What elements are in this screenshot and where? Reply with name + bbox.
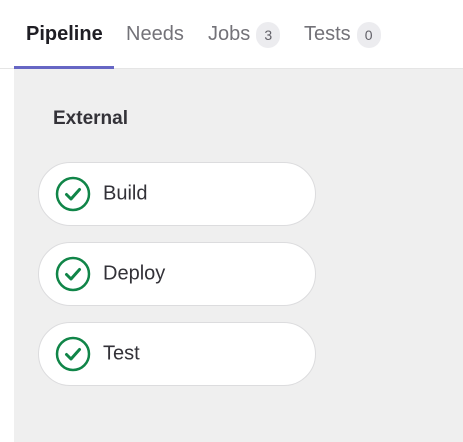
jobs-count-badge: 3: [256, 21, 281, 48]
tab-needs[interactable]: Needs: [126, 0, 184, 69]
job-deploy[interactable]: Deploy: [38, 242, 316, 306]
job-build[interactable]: Build: [38, 162, 316, 226]
check-circle-icon: [55, 256, 91, 292]
job-name: Deploy: [103, 262, 166, 285]
tab-tests-label: Tests: [304, 23, 351, 45]
job-test[interactable]: Test: [38, 322, 316, 386]
tests-count-badge: 0: [356, 21, 381, 48]
tab-pipeline-label: Pipeline: [26, 23, 103, 45]
job-name: Test: [103, 342, 140, 365]
tab-jobs-label: Jobs: [208, 23, 251, 45]
check-circle-icon: [55, 336, 91, 372]
tab-jobs[interactable]: Jobs 3: [208, 0, 281, 69]
tab-needs-label: Needs: [126, 23, 184, 45]
tab-tests[interactable]: Tests 0: [304, 0, 381, 69]
pipeline-graph: External Build Deploy Test: [14, 69, 463, 442]
job-name: Build: [103, 182, 148, 205]
tab-pipeline[interactable]: Pipeline: [26, 0, 103, 69]
pipeline-tabs: Pipeline Needs Jobs 3 Tests 0: [0, 0, 463, 69]
stage-title: External: [53, 108, 128, 129]
check-circle-icon: [55, 176, 91, 212]
